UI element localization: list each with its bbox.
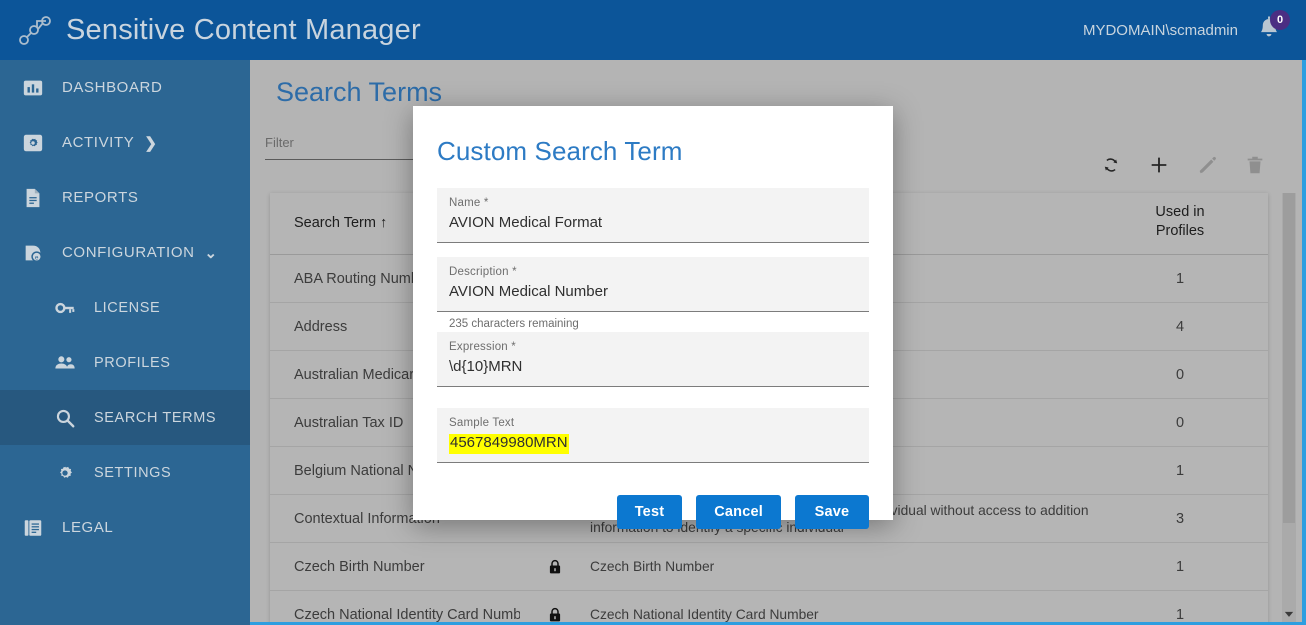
notification-count-badge: 0 [1270, 10, 1290, 30]
expression-field-value: \d{10}MRN [449, 358, 857, 378]
sidebar-item-license[interactable]: LICENSE [0, 280, 250, 335]
lock-icon [546, 606, 564, 624]
sidebar-item-label: DASHBOARD [62, 79, 162, 96]
table-vertical-scrollbar[interactable] [1282, 193, 1296, 625]
chart-bar-icon [18, 75, 48, 101]
edit-pencil-icon[interactable] [1194, 152, 1220, 178]
cell-used-in-profiles: 1 [1100, 271, 1260, 287]
add-icon[interactable] [1146, 152, 1172, 178]
page-title: Sensitive Content Manager [66, 14, 421, 47]
expression-field-label: Expression * [449, 341, 857, 353]
test-button[interactable]: Test [617, 495, 683, 529]
lock-icon [546, 558, 564, 576]
sidebar-item-search-terms[interactable]: SEARCH TERMS [0, 390, 250, 445]
sidebar-item-profiles[interactable]: PROFILES [0, 335, 250, 390]
cell-used-in-profiles: 1 [1100, 559, 1260, 575]
current-user-label: MYDOMAIN\scmadmin [1083, 22, 1238, 39]
sample-text-field[interactable]: Sample Text 4567849980MRN [437, 408, 869, 463]
svg-text:e: e [35, 254, 39, 261]
cell-search-term: Czech National Identity Card Number [270, 607, 520, 623]
chevron-down-icon: ⌄ [205, 244, 218, 262]
legal-book-icon [18, 515, 48, 541]
magnifier-icon [50, 405, 80, 431]
sidebar-item-legal[interactable]: LEGAL [0, 500, 250, 555]
app-window: Sensitive Content Manager MYDOMAIN\scmad… [0, 0, 1306, 625]
top-bar-right: MYDOMAIN\scmadmin 0 [1083, 12, 1306, 48]
shield-config-icon: e [18, 240, 48, 266]
characters-remaining-hint: 235 characters remaining [449, 318, 869, 330]
cell-used-in-profiles: 4 [1100, 319, 1260, 335]
column-header-used-in-profiles[interactable]: Used inProfiles [1100, 193, 1260, 241]
name-field-value: AVION Medical Format [449, 214, 857, 234]
name-field-label: Name * [449, 197, 857, 209]
description-field-value: AVION Medical Number [449, 283, 857, 303]
sidebar-item-label: LICENSE [94, 300, 160, 316]
table-row[interactable]: Czech Birth NumberCzech Birth Number1 [270, 543, 1268, 591]
cell-lock [520, 558, 590, 576]
refresh-icon[interactable] [1098, 152, 1124, 178]
sidebar-item-dashboard[interactable]: DASHBOARD [0, 60, 250, 115]
sidebar-item-configuration[interactable]: e CONFIGURATION ⌄ [0, 225, 250, 280]
sidebar-item-label: PROFILES [94, 355, 171, 371]
sidebar-item-label: ACTIVITY [62, 134, 134, 151]
cell-used-in-profiles: 3 [1100, 511, 1260, 527]
sidebar-nav: DASHBOARD ACTIVITY ❯ REPORTS e CONFIGURATION ⌄… [0, 60, 250, 625]
table-row[interactable]: Czech National Identity Card Number Czech… [270, 591, 1268, 625]
scrollbar-thumb[interactable] [1283, 193, 1295, 523]
delete-trash-icon[interactable] [1242, 152, 1268, 178]
save-button[interactable]: Save [795, 495, 869, 529]
key-icon [50, 295, 80, 321]
description-field-label: Description * [449, 266, 857, 278]
cell-description: Czech Birth Number [590, 558, 1100, 575]
sidebar-item-label: SEARCH TERMS [94, 410, 216, 426]
content-page-title: Search Terms [276, 77, 442, 108]
notifications-button[interactable]: 0 [1252, 12, 1286, 48]
dialog-title: Custom Search Term [413, 106, 893, 167]
sidebar-item-label: SETTINGS [94, 465, 171, 481]
expression-field[interactable]: Expression * \d{10}MRN [437, 332, 869, 387]
document-icon [18, 185, 48, 211]
cell-lock [520, 606, 590, 624]
sidebar-item-label: CONFIGURATION [62, 244, 195, 261]
cancel-button[interactable]: Cancel [696, 495, 781, 529]
dialog-button-row: Test Cancel Save [413, 463, 893, 529]
sample-text-field-label: Sample Text [449, 417, 857, 429]
cell-description: Czech National Identity Card Number [590, 606, 1100, 623]
cell-used-in-profiles: 1 [1100, 463, 1260, 479]
custom-search-term-dialog: Custom Search Term Name * AVION Medical … [413, 106, 893, 520]
activity-gear-icon [18, 130, 48, 156]
sidebar-item-reports[interactable]: REPORTS [0, 170, 250, 225]
sort-arrow-icon: ↑ [380, 215, 387, 231]
network-nodes-icon [12, 7, 58, 53]
right-accent-strip [1302, 60, 1306, 625]
cell-used-in-profiles: 0 [1100, 367, 1260, 383]
chevron-right-icon: ❯ [144, 134, 157, 152]
top-app-bar: Sensitive Content Manager MYDOMAIN\scmad… [0, 0, 1306, 60]
cell-search-term: Czech Birth Number [270, 559, 520, 575]
scroll-down-arrow-icon[interactable] [1282, 607, 1296, 621]
table-toolbar [1098, 152, 1268, 178]
description-field[interactable]: Description * AVION Medical Number [437, 257, 869, 312]
cell-used-in-profiles: 1 [1100, 607, 1260, 623]
name-field[interactable]: Name * AVION Medical Format [437, 188, 869, 243]
gear-icon [50, 460, 80, 486]
sidebar-item-label: LEGAL [62, 519, 113, 536]
sidebar-item-activity[interactable]: ACTIVITY ❯ [0, 115, 250, 170]
column-header-search-term-label: Search Term [294, 215, 376, 231]
sample-text-field-value: 4567849980MRN [449, 434, 569, 454]
sidebar-item-settings[interactable]: SETTINGS [0, 445, 250, 500]
people-icon [50, 350, 80, 376]
sidebar-item-label: REPORTS [62, 189, 138, 206]
cell-used-in-profiles: 0 [1100, 415, 1260, 431]
